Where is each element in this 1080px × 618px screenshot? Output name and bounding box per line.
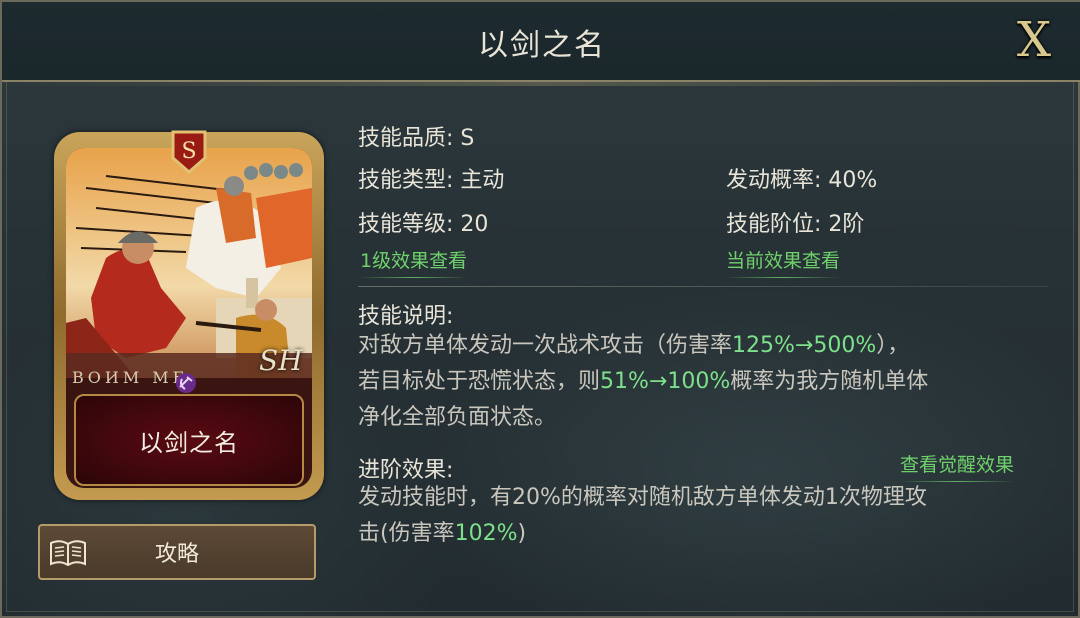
guide-button-label[interactable]: 攻略 — [40, 536, 314, 568]
description-line-2: 若目标处于恐慌状态，则51%→100%概率为我方随机单体 — [358, 369, 929, 394]
skill-quality-label: 技能品质: — [358, 126, 454, 151]
skill-tier: 技能阶位: 2阶 — [726, 206, 864, 238]
close-button[interactable]: X — [1010, 14, 1058, 66]
rank-badge-icon: S — [171, 130, 207, 174]
trigger-rate: 发动概率: 40% — [726, 162, 877, 194]
advance-line-2: 击(伤害率102%) — [358, 521, 527, 546]
trigger-rate-label: 发动概率: — [726, 168, 822, 193]
skill-card: 以剑之名 ВОИМ МЕ SH S — [54, 130, 324, 500]
current-effect-link[interactable]: 当前效果查看 — [726, 246, 841, 278]
awaken-effect-link[interactable]: 查看觉醒效果 — [900, 450, 1015, 482]
level1-effect-link[interactable]: 1级效果查看 — [360, 246, 468, 278]
rank-badge-letter: S — [181, 139, 196, 164]
skill-type: 技能类型: 主动 — [358, 162, 504, 194]
skill-level: 技能等级: 20 — [358, 206, 488, 238]
trigger-rate-value: 40% — [828, 168, 878, 193]
advance-text: 发动技能时，有20%的概率对随机敌方单体发动1次物理攻 击(伤害率102%) — [358, 480, 1038, 552]
section-divider — [358, 286, 1048, 287]
damage-rate-highlight: 125%→500% — [732, 333, 877, 358]
panel-header: 以剑之名 X — [2, 2, 1080, 86]
advance-line-1: 发动技能时，有20%的概率对随机敌方单体发动1次物理攻 — [358, 485, 927, 510]
close-icon[interactable]: X — [1017, 16, 1051, 64]
hammer-sickle-icon — [176, 373, 196, 393]
skill-quality-value: S — [460, 126, 475, 151]
description-line-1: 对敌方单体发动一次战术攻击（伤害率125%→500%）， — [358, 333, 910, 358]
description-line-3: 净化全部负面状态。 — [358, 405, 557, 430]
description-text: 对敌方单体发动一次战术攻击（伤害率125%→500%）， 若目标处于恐慌状态，则… — [358, 328, 1038, 436]
advance-damage-highlight: 102% — [454, 521, 518, 546]
card-name-box: 以剑之名 — [74, 394, 304, 486]
card-inner: 以剑之名 — [66, 148, 312, 488]
description-title: 技能说明: — [358, 304, 454, 329]
page-title: 以剑之名 — [478, 28, 606, 63]
skill-type-label: 技能类型: — [358, 168, 454, 193]
skill-level-label: 技能等级: — [358, 212, 454, 237]
skill-tier-value: 2阶 — [828, 212, 865, 237]
skill-quality: 技能品质: S — [358, 120, 474, 152]
purify-rate-highlight: 51%→100% — [600, 369, 731, 394]
skill-tier-label: 技能阶位: — [726, 212, 822, 237]
card-name: 以剑之名 — [139, 428, 239, 457]
skill-level-value: 20 — [460, 212, 489, 237]
skill-detail-panel: 以剑之名 X 以剑之名 ВОИМ МЕ SH S 攻略 技能品质: S 技能类型… — [0, 0, 1080, 618]
skill-type-value: 主动 — [460, 168, 505, 193]
card-signature-mark: SH — [259, 344, 303, 377]
guide-button[interactable]: 攻略 — [38, 524, 316, 580]
